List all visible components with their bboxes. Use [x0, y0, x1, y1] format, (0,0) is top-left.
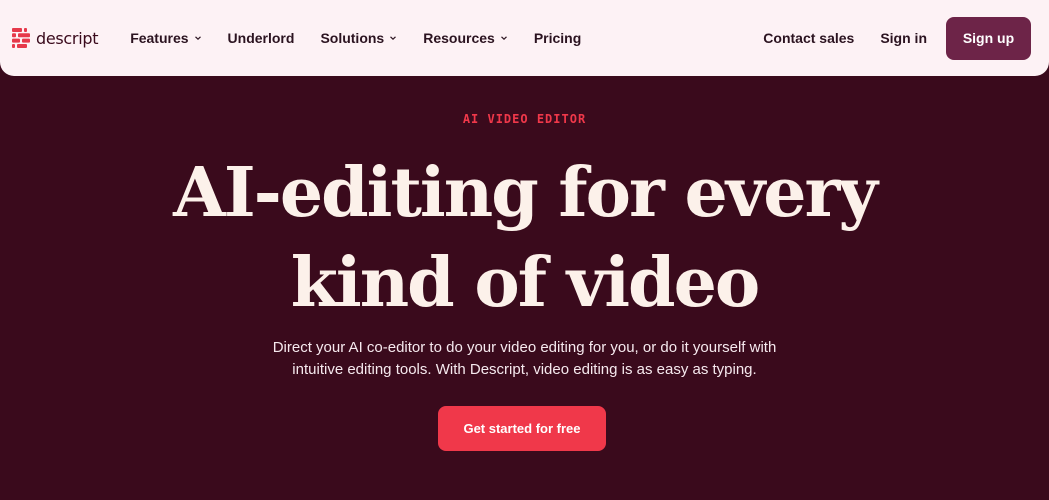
- hero-eyebrow: AI VIDEO EDITOR: [462, 112, 587, 126]
- headline-line-1: AI-editing for every: [173, 153, 878, 233]
- nav-item-label: Resources: [423, 30, 495, 46]
- nav-actions: Contact sales Sign in Sign up: [750, 16, 1031, 60]
- nav-item-underlord[interactable]: Underlord: [215, 18, 308, 58]
- main-nav: Features Underlord Solutions Resources P…: [130, 18, 594, 58]
- nav-item-resources[interactable]: Resources: [410, 18, 521, 58]
- nav-item-features[interactable]: Features: [130, 18, 214, 58]
- nav-item-label: Underlord: [227, 30, 295, 46]
- description-line-1: Direct your AI co-editor to do your vide…: [272, 339, 777, 356]
- descript-logo-icon: [12, 28, 30, 48]
- chevron-down-icon: [390, 36, 397, 41]
- nav-item-label: Features: [130, 30, 189, 46]
- brand-name: descript: [36, 28, 99, 48]
- sign-up-button[interactable]: Sign up: [946, 16, 1031, 60]
- nav-item-solutions[interactable]: Solutions: [307, 18, 410, 58]
- chevron-down-icon: [500, 36, 507, 41]
- chevron-down-icon: [194, 36, 201, 41]
- nav-item-label: Solutions: [320, 30, 385, 46]
- sign-in-link[interactable]: Sign in: [867, 30, 940, 46]
- hero-headline: AI-editing for every kind of video: [0, 148, 1049, 328]
- nav-item-pricing[interactable]: Pricing: [521, 18, 594, 58]
- nav-item-label: Pricing: [533, 30, 582, 46]
- top-nav: descript Features Underlord Solutions Re…: [0, 0, 1049, 76]
- headline-line-2: kind of video: [290, 243, 760, 323]
- descript-logo[interactable]: descript: [12, 28, 98, 48]
- hero-description: Direct your AI co-editor to do your vide…: [0, 337, 1049, 381]
- description-line-2: intuitive editing tools. With Descript, …: [292, 361, 757, 378]
- get-started-button[interactable]: Get started for free: [438, 406, 606, 451]
- contact-sales-link[interactable]: Contact sales: [750, 30, 867, 46]
